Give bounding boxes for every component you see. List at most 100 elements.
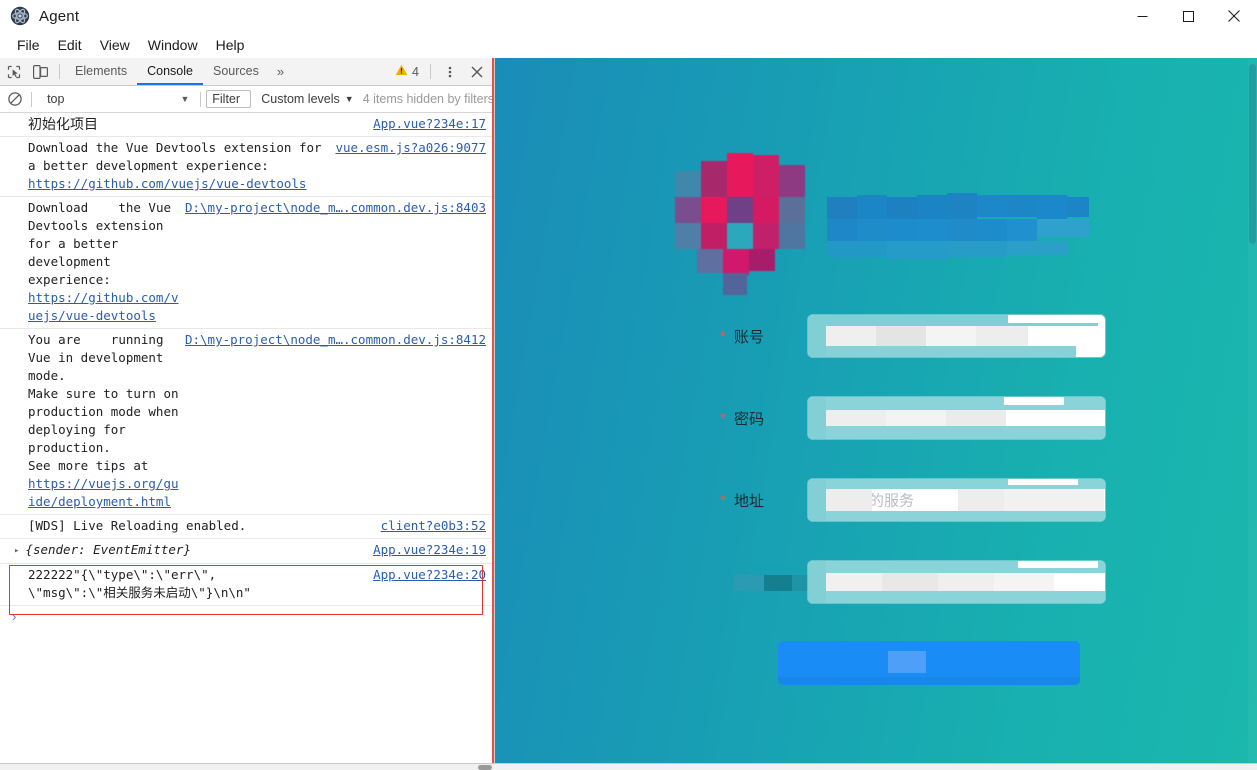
toolbar-divider-2 <box>430 64 431 79</box>
expand-triangle-icon[interactable]: ▸ <box>14 542 19 560</box>
console-row[interactable]: You are running Vue in development mode.… <box>0 329 494 515</box>
console-message-line2: \"msg\":\"相关服务未启动\"}\n\n" <box>28 584 251 600</box>
console-source-link[interactable]: D:\my-project\node_m….common.dev.js:8403 <box>185 199 494 217</box>
tab-sources[interactable]: Sources <box>203 58 269 85</box>
required-marker: * <box>720 491 726 509</box>
password-input[interactable] <box>808 397 1105 439</box>
address-input[interactable]: 输入您的服务 <box>808 479 1105 521</box>
submit-button-label: 登 录 <box>910 657 948 674</box>
logo-mosaic <box>675 153 805 298</box>
window-horizontal-scrollbar[interactable] <box>0 763 1257 770</box>
console-prompt[interactable]: › <box>0 606 494 627</box>
highlighted-console-row-wrapper: 222222"{\"type\":\"err\", \"msg\":\"相关服务… <box>0 564 494 615</box>
console-row[interactable]: 初始化项目 App.vue?234e:17 <box>0 113 494 137</box>
form-row-extra: * <box>720 559 1105 605</box>
rendered-web-page: * 账号 请输入账号 * 密码 * 地址 输入您的服务 登 录 <box>495 58 1257 770</box>
required-marker: * <box>720 409 726 427</box>
console-message: Download the Vue Devtools extension for … <box>0 199 185 325</box>
censor-overlay <box>808 397 1105 439</box>
console-filter-input[interactable]: Filter <box>206 90 252 108</box>
pixelated-balloon-logo <box>675 153 805 298</box>
console-inline-link[interactable]: https://vuejs.org/guide/deployment.html <box>28 476 179 509</box>
devtools-tabbar: Elements Console Sources » 4 <box>0 58 494 86</box>
warning-count-chip[interactable]: 4 <box>389 64 425 79</box>
scrollbar-thumb[interactable] <box>1249 64 1256 244</box>
console-message-line4: See more tips at <box>28 458 156 473</box>
window-title: Agent <box>39 7 80 25</box>
menu-item-file[interactable]: File <box>8 33 49 57</box>
console-source-link[interactable]: vue.esm.js?a026:9077 <box>335 139 494 157</box>
tab-console[interactable]: Console <box>137 58 203 85</box>
menu-item-window[interactable]: Window <box>139 33 207 57</box>
console-source-link[interactable]: App.vue?234e:17 <box>373 115 494 133</box>
console-row[interactable]: Download the Vue Devtools extension for … <box>0 137 494 197</box>
filterbar-divider <box>31 91 33 107</box>
close-devtools-icon[interactable] <box>463 59 490 85</box>
chevron-down-icon: ▼ <box>180 94 190 104</box>
clear-console-icon[interactable] <box>4 86 26 112</box>
menu-bar: File Edit View Window Help <box>0 32 1257 58</box>
window-controls <box>1119 0 1257 32</box>
scrollbar-thumb-left[interactable] <box>478 765 492 770</box>
console-message: ▸ {sender: EventEmitter} <box>0 541 373 560</box>
console-source-link[interactable]: D:\my-project\node_m….common.dev.js:8412 <box>185 331 494 349</box>
more-tabs-icon[interactable]: » <box>269 64 292 79</box>
console-source-link[interactable]: App.vue?234e:20 <box>373 566 494 584</box>
log-levels-dropdown[interactable]: Custom levels ▼ <box>261 92 353 106</box>
page-vertical-scrollbar[interactable] <box>1248 58 1257 770</box>
devtools-panel: Elements Console Sources » 4 top ▼ Filte… <box>0 58 495 770</box>
console-filter-bar: top ▼ Filter Custom levels ▼ 4 items hid… <box>0 86 494 113</box>
form-label-password: 密码 <box>734 409 765 428</box>
form-row-account: * 账号 请输入账号 <box>720 313 1105 359</box>
menu-item-view[interactable]: View <box>91 33 139 57</box>
submit-button[interactable]: 登 录 <box>778 641 1080 685</box>
console-message-line1: You are <box>28 332 81 347</box>
warning-count: 4 <box>412 64 419 79</box>
console-inline-link[interactable]: https://github.com/vuejs/vue-devtools <box>28 290 179 323</box>
console-object-preview: {sender: EventEmitter} <box>25 542 191 557</box>
account-input-placeholder: 请输入账号 <box>824 327 900 346</box>
maximize-button[interactable] <box>1165 0 1211 32</box>
wordmark-mosaic <box>827 189 1089 263</box>
console-row[interactable]: 222222"{\"type\":\"err\", \"msg\":\"相关服务… <box>0 564 494 606</box>
brand-block <box>675 153 1089 298</box>
console-source-link[interactable]: client?e0b3:52 <box>381 517 494 535</box>
title-bar: Agent <box>0 0 1257 32</box>
filterbar-divider-2 <box>200 91 202 107</box>
tab-elements[interactable]: Elements <box>65 58 137 85</box>
form-row-address: * 地址 输入您的服务 <box>720 477 1105 523</box>
close-button[interactable] <box>1211 0 1257 32</box>
kebab-menu-icon[interactable] <box>436 59 463 85</box>
execution-context-select[interactable]: top ▼ <box>37 92 195 106</box>
form-label-address: 地址 <box>734 491 765 510</box>
devtools-toolbar-right: 4 <box>389 59 494 85</box>
log-levels-label: Custom levels <box>261 92 340 106</box>
console-source-link[interactable]: App.vue?234e:19 <box>373 541 494 559</box>
console-row[interactable]: ▸ {sender: EventEmitter} App.vue?234e:19 <box>0 539 494 564</box>
main-split: Elements Console Sources » 4 top ▼ Filte… <box>0 58 1257 770</box>
menu-item-edit[interactable]: Edit <box>49 33 91 57</box>
required-marker: * <box>720 327 726 345</box>
console-message: 初始化项目 <box>28 116 98 132</box>
toolbar-divider <box>59 64 60 79</box>
console-row[interactable]: [WDS] Live Reloading enabled. client?e0b… <box>0 515 494 539</box>
menu-item-help[interactable]: Help <box>207 33 254 57</box>
account-input[interactable]: 请输入账号 <box>808 315 1105 357</box>
address-input-placeholder: 输入您的服务 <box>824 491 915 510</box>
extra-input[interactable] <box>808 561 1105 603</box>
application-window: Agent File Edit View Window Help Element… <box>0 0 1257 770</box>
prompt-caret-icon: › <box>12 608 17 624</box>
console-message-line1: 222222"{\"type\":\"err\", <box>28 566 217 582</box>
console-message: [WDS] Live Reloading enabled. <box>28 518 247 533</box>
devtools-edge-marker <box>492 58 494 770</box>
device-toolbar-icon[interactable] <box>27 59 54 85</box>
minimize-button[interactable] <box>1119 0 1165 32</box>
console-row[interactable]: Download the Vue Devtools extension for … <box>0 197 494 329</box>
inspect-element-icon[interactable] <box>0 59 27 85</box>
console-message-line1: Download the Vue Devtools <box>28 140 217 155</box>
console-message: 222222"{\"type\":\"err\", \"msg\":\"相关服务… <box>0 566 373 602</box>
hidden-items-notice: 4 items hidden by filters <box>362 92 494 106</box>
console-inline-link[interactable]: https://github.com/vuejs/vue-devtools <box>28 176 306 191</box>
console-output[interactable]: 初始化项目 App.vue?234e:17 Download the Vue D… <box>0 113 494 770</box>
form-label-account: 账号 <box>734 327 765 346</box>
